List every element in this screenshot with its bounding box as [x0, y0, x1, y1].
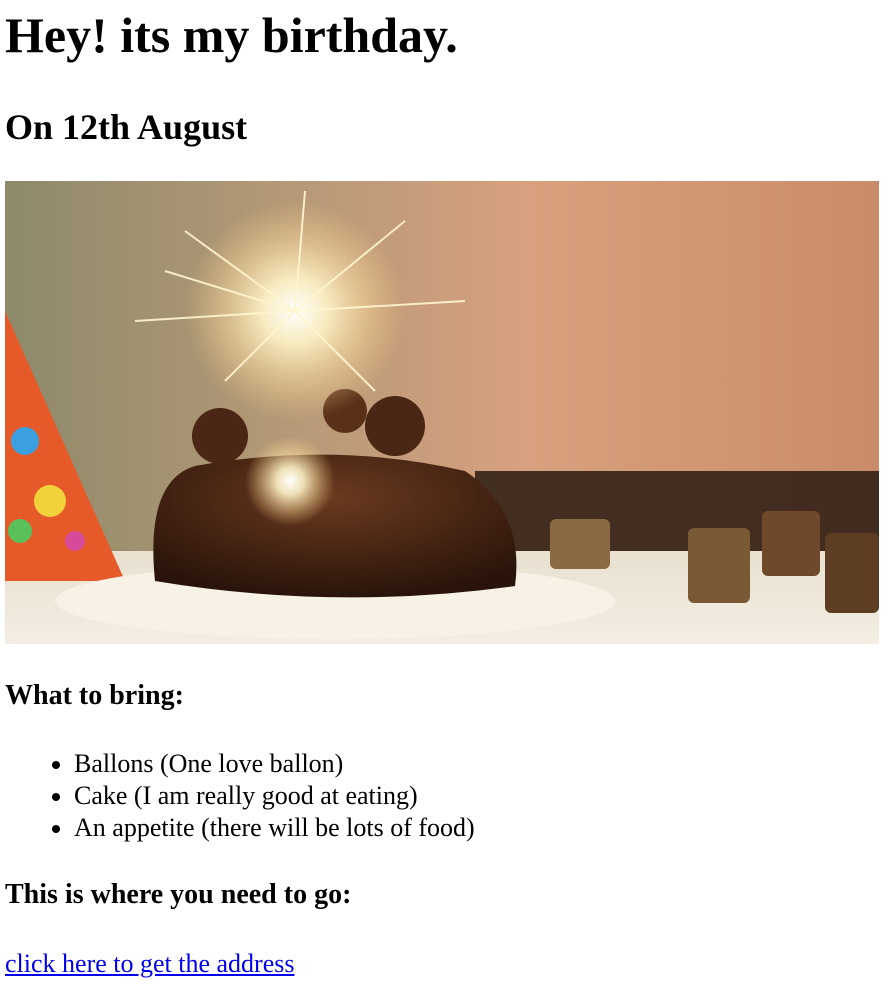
page-title: Hey! its my birthday.	[5, 7, 458, 63]
page-subtitle-date: On 12th August	[5, 107, 248, 147]
list-item: An appetite (there will be lots of food)	[74, 812, 889, 844]
address-link[interactable]: click here to get the address	[5, 948, 295, 980]
bring-list: Ballons (One love ballon) Cake (I am rea…	[5, 748, 889, 844]
what-to-bring-heading: What to bring:	[5, 680, 184, 711]
page: Hey! its my birthday. On 12th August Wha…	[0, 0, 894, 980]
list-item: Ballons (One love ballon)	[74, 748, 889, 780]
where-to-go-heading: This is where you need to go:	[5, 879, 352, 910]
list-item: Cake (I am really good at eating)	[74, 780, 889, 812]
birthday-cake-image	[5, 181, 879, 644]
